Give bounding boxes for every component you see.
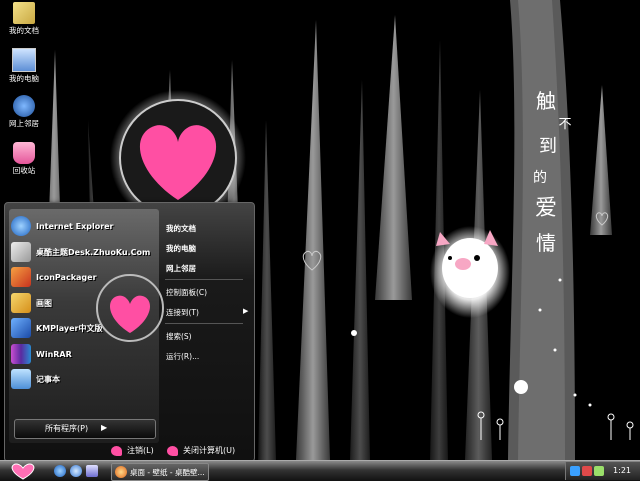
zhuoku-icon (11, 242, 31, 262)
my-computer-icon (12, 48, 36, 72)
tray-security-icon[interactable] (582, 466, 592, 476)
browser-icon (115, 466, 127, 478)
all-programs-button[interactable]: 所有程序(P) ▶ (14, 419, 156, 439)
wallpaper-char: 的 (533, 170, 547, 186)
wallpaper-char: 情 (536, 231, 556, 255)
network-places-icon (13, 95, 35, 117)
desktop-icon-recycle-bin[interactable]: 回收站 (2, 142, 46, 175)
my-documents-icon (13, 2, 35, 24)
desktop: 触 不 到 的 爱 情 我的文档 我的电脑 网上邻居 回收站 Internet … (0, 0, 640, 460)
shutdown-icon (167, 445, 178, 456)
winrar-icon (11, 344, 31, 364)
wallpaper-char: 触 (536, 89, 556, 113)
place-control-panel[interactable]: 控制面板(C) (166, 287, 207, 298)
tray-volume-icon[interactable] (594, 466, 604, 476)
notepad-icon (11, 369, 31, 389)
place-search[interactable]: 搜索(S) (166, 331, 192, 342)
place-my-computer[interactable]: 我的电脑 (166, 243, 196, 254)
place-run[interactable]: 运行(R)... (166, 351, 199, 362)
start-menu-footer: 注销(L) 关闭计算机(U) (5, 443, 254, 460)
iconpackager-icon (11, 267, 31, 287)
wallpaper-char: 到 (539, 136, 557, 157)
quicklaunch-browser-icon[interactable] (70, 465, 82, 477)
place-my-documents[interactable]: 我的文档 (166, 223, 196, 234)
program-internet-explorer[interactable]: Internet Explorer (11, 215, 159, 237)
quicklaunch-desktop-icon[interactable] (86, 465, 98, 477)
quicklaunch-ie-icon[interactable] (54, 465, 66, 477)
place-connect-to[interactable]: 连接到(T) (166, 307, 199, 318)
menu-heart-decoration (96, 274, 164, 342)
program-notepad[interactable]: 记事本 (11, 368, 159, 390)
arrow-right-icon: ▶ (101, 423, 108, 432)
shutdown-button[interactable]: 关闭计算机(U) (167, 445, 235, 456)
place-network-places[interactable]: 网上邻居 (166, 263, 196, 274)
start-menu: Internet Explorer 桌酷主题Desk.ZhuoKu.Com Ic… (4, 202, 255, 460)
divider (165, 279, 243, 280)
wallpaper-char: 不 (558, 117, 571, 132)
program-winrar[interactable]: WinRAR (11, 343, 159, 365)
recycle-bin-icon (13, 142, 35, 164)
internet-explorer-icon (11, 216, 31, 236)
logoff-icon (111, 445, 122, 456)
program-zhuoku[interactable]: 桌酷主题Desk.ZhuoKu.Com (11, 241, 159, 263)
wallpaper-char: 爱 (535, 196, 557, 221)
start-heart-icon[interactable] (8, 462, 38, 480)
desktop-icon-my-computer[interactable]: 我的电脑 (2, 48, 46, 83)
submenu-arrow-icon: ▶ (243, 307, 249, 315)
taskbar-window-button[interactable]: 桌面 - 壁纸 - 桌酷壁... (111, 463, 209, 481)
clock: 1:21 (613, 466, 631, 475)
taskbar: 桌面 - 壁纸 - 桌酷壁... 1:21 (0, 460, 640, 481)
desktop-icon-network-places[interactable]: 网上邻居 (2, 95, 46, 128)
desktop-icon-my-documents[interactable]: 我的文档 (2, 2, 46, 35)
paint-icon (11, 293, 31, 313)
system-tray: 1:21 (565, 462, 640, 480)
logoff-button[interactable]: 注销(L) (111, 445, 154, 456)
divider (165, 323, 243, 324)
kmplayer-icon (11, 318, 31, 338)
tray-network-icon[interactable] (570, 466, 580, 476)
